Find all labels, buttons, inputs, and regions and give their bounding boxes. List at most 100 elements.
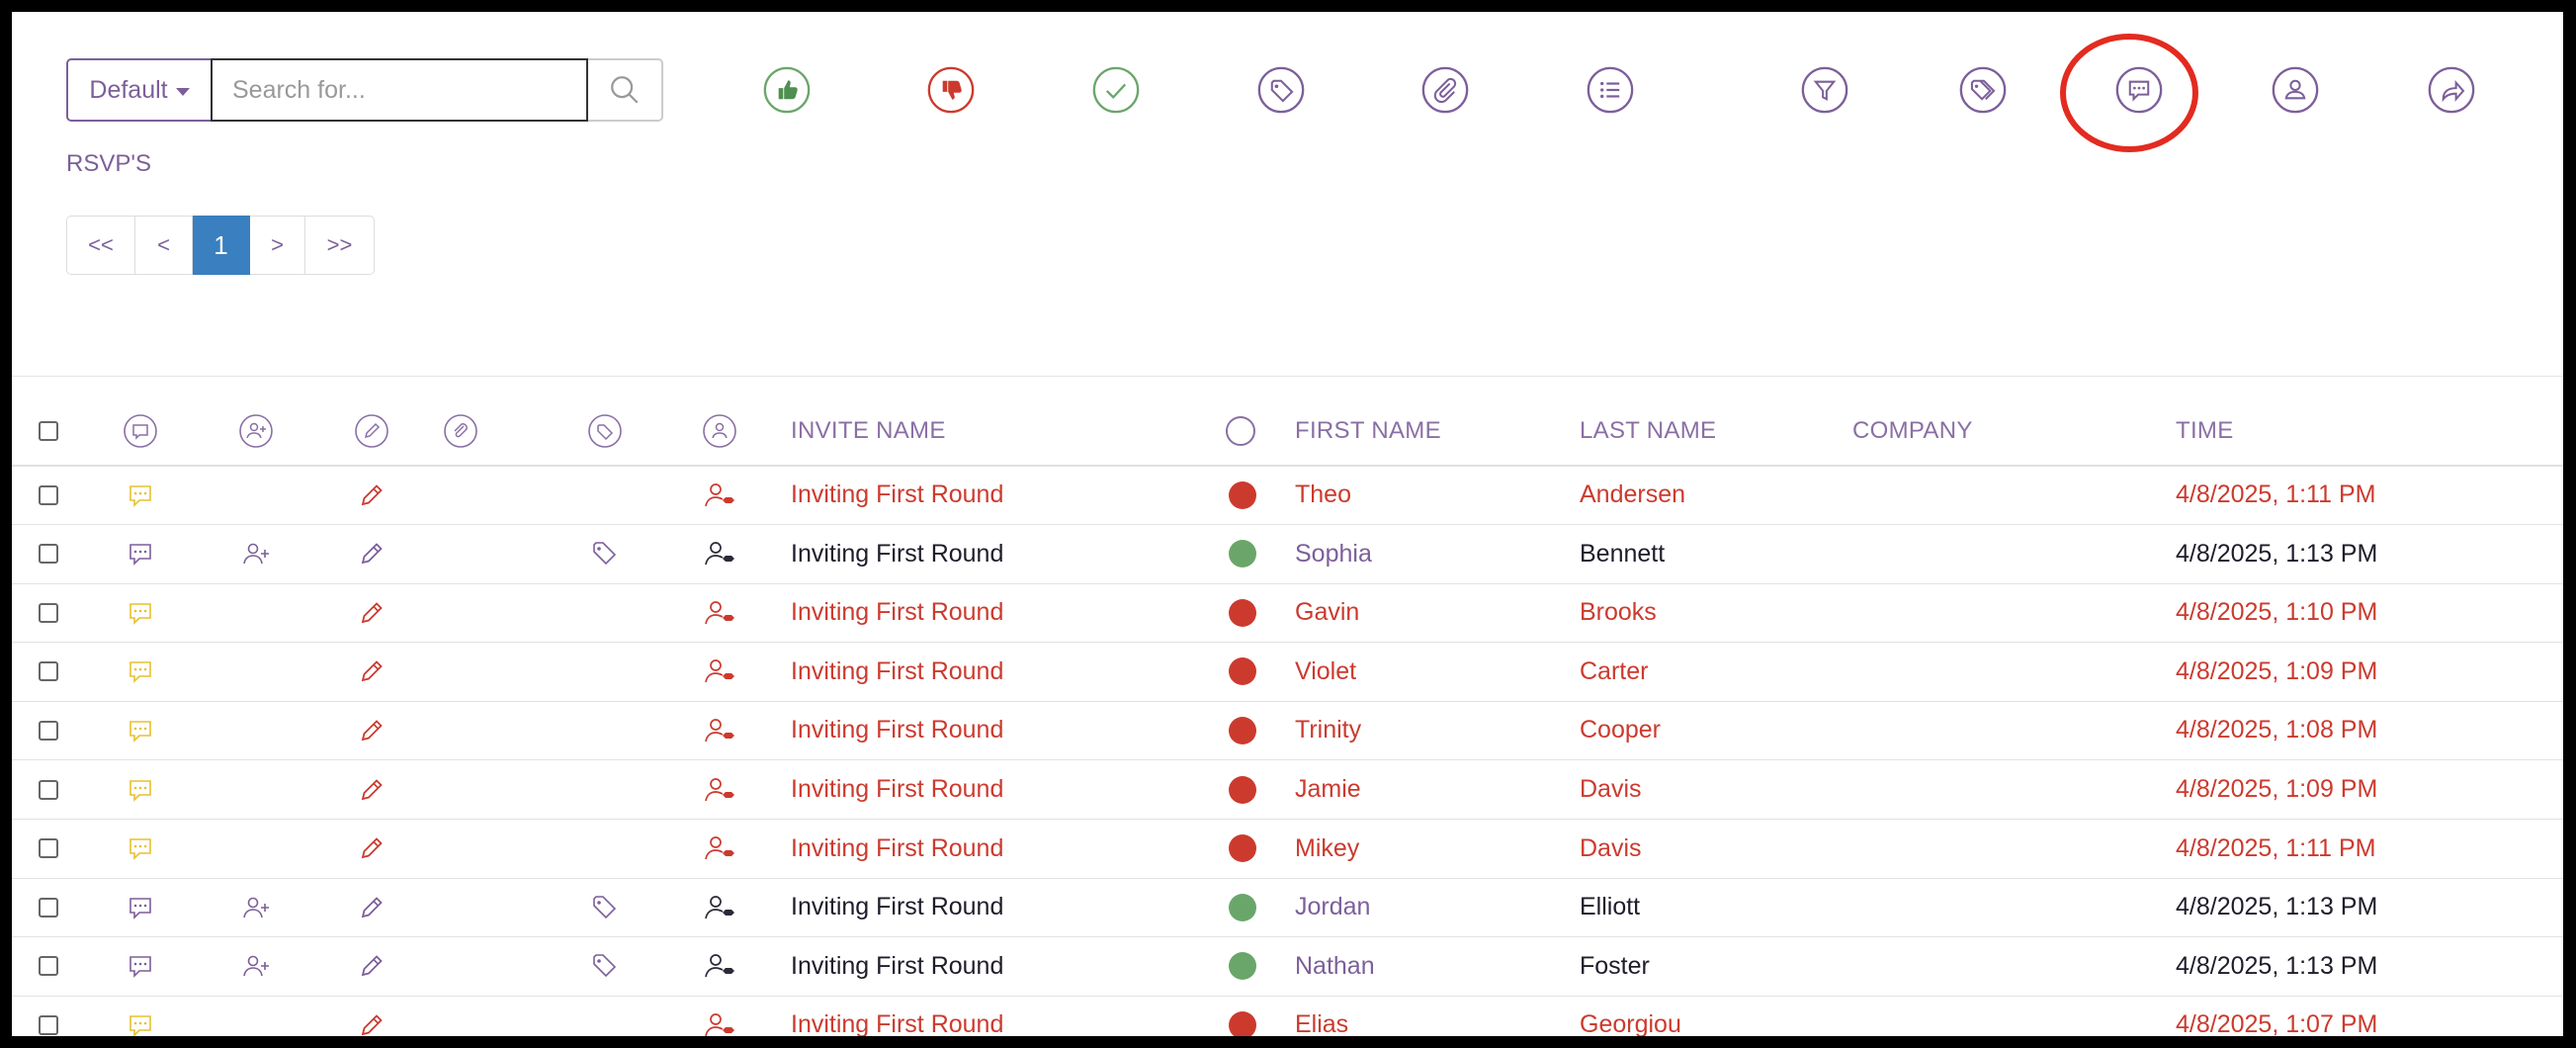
filter-icon[interactable] bbox=[1801, 66, 1848, 114]
comment-icon[interactable] bbox=[124, 996, 157, 1036]
first-name-cell[interactable]: Gavin bbox=[1295, 583, 1359, 642]
tags-icon[interactable] bbox=[1959, 66, 2007, 114]
row-checkbox[interactable] bbox=[39, 544, 58, 565]
select-all-checkbox[interactable] bbox=[39, 421, 58, 441]
tag-icon[interactable] bbox=[588, 878, 622, 936]
table-row[interactable]: Inviting First Round Jordan Elliott 4/8/202… bbox=[12, 878, 2563, 938]
col-last-name[interactable]: LAST NAME bbox=[1580, 397, 1716, 465]
add-user-icon[interactable] bbox=[239, 878, 273, 936]
thumbs-down-icon[interactable] bbox=[927, 66, 975, 114]
default-view-dropdown[interactable]: Default bbox=[66, 58, 211, 122]
edit-icon[interactable] bbox=[355, 466, 388, 524]
edit-icon[interactable] bbox=[355, 820, 388, 878]
paperclip-icon[interactable] bbox=[1421, 66, 1469, 114]
edit-icon[interactable] bbox=[355, 760, 388, 819]
pager-page-1-button[interactable]: 1 bbox=[193, 216, 250, 275]
table-row[interactable]: Inviting First Round Jamie Davis 4/8/2025, … bbox=[12, 760, 2563, 820]
table-row[interactable]: Inviting First Round Gavin Brooks 4/8/2025,… bbox=[12, 583, 2563, 644]
check-icon[interactable] bbox=[1092, 66, 1140, 114]
pager-prev-button[interactable]: < bbox=[135, 216, 193, 275]
user-status-icon[interactable] bbox=[703, 583, 736, 642]
comment-icon[interactable] bbox=[124, 583, 157, 642]
comment-icon[interactable] bbox=[124, 525, 157, 583]
col-invite-name[interactable]: INVITE NAME bbox=[791, 397, 946, 465]
status-column-icon[interactable] bbox=[1226, 416, 1255, 446]
comment-icon[interactable] bbox=[124, 466, 157, 524]
edit-icon[interactable] bbox=[355, 583, 388, 642]
add-user-column-icon[interactable] bbox=[239, 397, 273, 465]
row-checkbox[interactable] bbox=[39, 661, 58, 682]
search-input[interactable] bbox=[211, 58, 588, 122]
edit-icon[interactable] bbox=[355, 701, 388, 759]
user-status-icon[interactable] bbox=[703, 701, 736, 759]
row-checkbox[interactable] bbox=[39, 602, 58, 623]
comment-icon[interactable] bbox=[124, 701, 157, 759]
pager-next-button[interactable]: > bbox=[250, 216, 305, 275]
edit-icon[interactable] bbox=[355, 878, 388, 936]
tag-icon[interactable] bbox=[588, 937, 622, 996]
comment-icon[interactable] bbox=[124, 643, 157, 701]
first-name-cell[interactable]: Sophia bbox=[1295, 525, 1372, 583]
first-name-cell[interactable]: Jordan bbox=[1295, 878, 1370, 936]
comment-icon[interactable] bbox=[2115, 66, 2163, 114]
col-first-name[interactable]: FIRST NAME bbox=[1295, 397, 1441, 465]
attachment-column-icon[interactable] bbox=[444, 397, 477, 465]
table-row[interactable]: Inviting First Round Theo Andersen 4/8/2025… bbox=[12, 466, 2563, 525]
pager-first-button[interactable]: << bbox=[66, 216, 135, 275]
add-user-icon[interactable] bbox=[239, 525, 273, 583]
user-status-icon[interactable] bbox=[703, 760, 736, 819]
table-row[interactable]: Inviting First Round Sophia Bennett 4/8/202… bbox=[12, 525, 2563, 584]
comment-icon[interactable] bbox=[124, 937, 157, 996]
search-button[interactable] bbox=[588, 58, 663, 122]
comment-icon[interactable] bbox=[124, 878, 157, 936]
row-checkbox[interactable] bbox=[39, 956, 58, 977]
pager-last-button[interactable]: >> bbox=[305, 216, 375, 275]
first-name-cell[interactable]: Jamie bbox=[1295, 760, 1361, 819]
edit-icon[interactable] bbox=[355, 525, 388, 583]
edit-icon[interactable] bbox=[355, 937, 388, 996]
first-name-cell[interactable]: Trinity bbox=[1295, 701, 1361, 759]
first-name-cell[interactable]: Theo bbox=[1295, 466, 1351, 524]
user-status-icon[interactable] bbox=[703, 937, 736, 996]
row-checkbox[interactable] bbox=[39, 897, 58, 917]
edit-column-icon[interactable] bbox=[355, 397, 388, 465]
first-name-cell[interactable]: Mikey bbox=[1295, 820, 1359, 878]
first-name-cell[interactable]: Nathan bbox=[1295, 937, 1375, 996]
thumbs-up-icon[interactable] bbox=[763, 66, 811, 114]
share-icon[interactable] bbox=[2428, 66, 2475, 114]
table-row[interactable]: Inviting First Round Trinity Cooper 4/8/202… bbox=[12, 701, 2563, 761]
comment-icon[interactable] bbox=[124, 760, 157, 819]
row-checkbox[interactable] bbox=[39, 484, 58, 505]
tag-icon[interactable] bbox=[1257, 66, 1305, 114]
pagination: << < 1 > >> bbox=[66, 216, 375, 275]
user-status-icon[interactable] bbox=[703, 878, 736, 936]
user-status-icon[interactable] bbox=[703, 525, 736, 583]
user-status-icon[interactable] bbox=[703, 996, 736, 1036]
add-user-icon[interactable] bbox=[239, 937, 273, 996]
user-icon[interactable] bbox=[2272, 66, 2319, 114]
comment-column-icon[interactable] bbox=[124, 397, 157, 465]
table-row[interactable]: Inviting First Round Mikey Davis 4/8/2025, … bbox=[12, 820, 2563, 879]
user-status-icon[interactable] bbox=[703, 466, 736, 524]
row-checkbox[interactable] bbox=[39, 779, 58, 800]
col-company[interactable]: COMPANY bbox=[1852, 397, 1973, 465]
rsvp-page: Default RSVP'S << < bbox=[12, 12, 2563, 1036]
col-time[interactable]: TIME bbox=[2176, 397, 2234, 465]
tag-column-icon[interactable] bbox=[588, 397, 622, 465]
first-name-cell[interactable]: Violet bbox=[1295, 643, 1356, 701]
table-row[interactable]: Inviting First Round Nathan Foster 4/8/2025… bbox=[12, 937, 2563, 997]
edit-icon[interactable] bbox=[355, 643, 388, 701]
row-checkbox[interactable] bbox=[39, 838, 58, 859]
table-row[interactable]: Inviting First Round Violet Carter 4/8/2025… bbox=[12, 643, 2563, 702]
user-status-icon[interactable] bbox=[703, 820, 736, 878]
user-column-icon[interactable] bbox=[703, 397, 736, 465]
comment-icon[interactable] bbox=[124, 820, 157, 878]
edit-icon[interactable] bbox=[355, 996, 388, 1036]
table-row[interactable]: Inviting First Round Elias Georgiou 4/8/202… bbox=[12, 996, 2563, 1036]
row-checkbox[interactable] bbox=[39, 720, 58, 741]
user-status-icon[interactable] bbox=[703, 643, 736, 701]
tag-icon[interactable] bbox=[588, 525, 622, 583]
row-checkbox[interactable] bbox=[39, 1014, 58, 1035]
first-name-cell[interactable]: Elias bbox=[1295, 996, 1348, 1036]
list-icon[interactable] bbox=[1587, 66, 1634, 114]
